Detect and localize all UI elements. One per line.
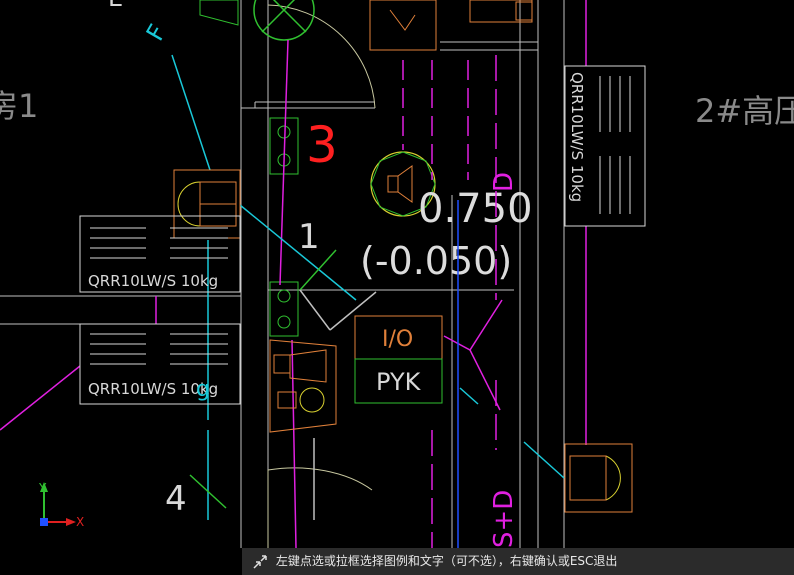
marker-1: 1 <box>298 217 320 257</box>
ucs-axis-icon: Y X <box>38 481 84 529</box>
select-cursor-icon <box>253 554 267 569</box>
command-prompt-text: 左键点选或拉框选择图例和文字（可不选），右键确认或ESC退出 <box>275 554 618 568</box>
command-line-bar[interactable]: 左键点选或拉框选择图例和文字（可不选），右键确认或ESC退出 <box>242 548 794 575</box>
io-module-label: I/O <box>382 327 413 352</box>
extinguisher-symbol-right[interactable] <box>564 443 633 513</box>
ucs-x-label: X <box>76 515 84 529</box>
door-arcs <box>267 4 376 548</box>
room-label-left: 房1 <box>0 87 38 125</box>
green-device-top[interactable] <box>199 0 239 26</box>
marker-e: E <box>108 0 123 12</box>
alarm-device-lower[interactable] <box>269 339 337 433</box>
cad-viewport[interactable]: 3 0.750 (-0.050) D S+D F 房1 2#高压 1 4 QRR… <box>0 0 794 575</box>
marker-g: g <box>196 377 210 402</box>
drawing-canvas[interactable]: 3 0.750 (-0.050) D S+D F 房1 2#高压 1 4 QRR… <box>0 0 794 548</box>
pipe-label-s-d: S+D <box>489 490 519 548</box>
marker-3: 3 <box>306 116 338 174</box>
qrr-label-right: QRR10LW/S 10kg <box>568 72 586 202</box>
marker-f: F <box>141 20 172 46</box>
marker-4: 4 <box>165 479 187 519</box>
room-label-right: 2#高压 <box>695 92 794 130</box>
pipe-label-d: D <box>489 172 519 192</box>
pyk-module-label: PYK <box>376 368 422 396</box>
elevation-sub: (-0.050) <box>360 239 512 283</box>
command-bar-left-pad <box>0 548 242 575</box>
qrr-label-upper: QRR10LW/S 10kg <box>88 272 218 290</box>
ucs-y-label: Y <box>38 481 47 495</box>
ceiling-light-icon[interactable] <box>253 0 315 41</box>
